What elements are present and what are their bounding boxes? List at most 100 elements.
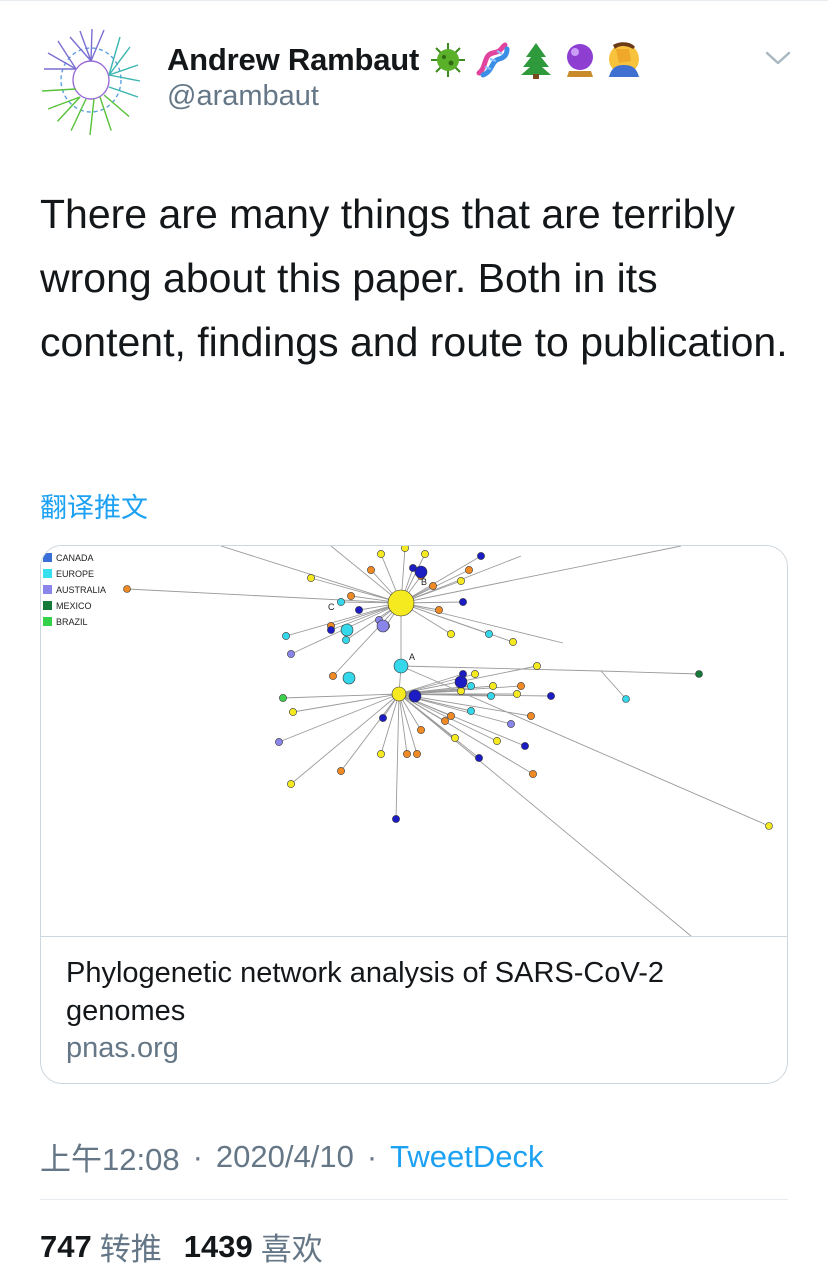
- name-emojis: [429, 41, 643, 79]
- avatar[interactable]: [40, 25, 142, 135]
- node-label-b: B: [421, 577, 427, 587]
- network-node: [327, 626, 335, 634]
- network-node: [622, 695, 630, 703]
- network-node: [342, 636, 350, 644]
- tweet-text: There are many things that are terribly …: [40, 191, 788, 365]
- legend-label: EUROPE: [56, 569, 94, 579]
- network-node: [447, 630, 455, 638]
- card-preview-image: CANADA EUROPE AUSTRALIA MEXICO BRAZIL A B C: [41, 546, 787, 936]
- network-node: [401, 546, 409, 552]
- meta-separator: ·: [366, 1138, 378, 1174]
- legend-label: MEXICO: [56, 601, 92, 611]
- legend-label: CANADA: [56, 553, 94, 563]
- network-node: [337, 767, 345, 775]
- like-label[interactable]: 喜欢: [261, 1224, 323, 1269]
- tweet-time: 上午12:08: [40, 1142, 180, 1177]
- network-node: [489, 682, 497, 690]
- network-node: [367, 566, 375, 574]
- network-node: [340, 623, 354, 637]
- tweet-stats: 747 转推 1439 喜欢: [40, 1224, 345, 1269]
- network-node: [377, 750, 385, 758]
- card-title[interactable]: Phylogenetic network analysis of SARS-Co…: [66, 954, 766, 1030]
- network-edge: [398, 693, 408, 755]
- network-node: [421, 550, 429, 558]
- legend-swatch: [43, 569, 52, 578]
- virus-emoji-icon: [431, 43, 466, 77]
- author-handle[interactable]: @arambaut: [167, 80, 319, 113]
- legend-swatch: [43, 553, 52, 562]
- network-node: [413, 750, 421, 758]
- legend-label: AUSTRALIA: [56, 585, 106, 595]
- network-node: [417, 726, 425, 734]
- network-node: [329, 672, 337, 680]
- network-edge: [400, 602, 514, 643]
- network-edge: [395, 693, 400, 820]
- network-node: [457, 687, 465, 695]
- crystal-ball-emoji-icon: [567, 44, 594, 77]
- network-node: [337, 598, 345, 606]
- network-edge: [398, 693, 452, 717]
- retweet-label[interactable]: 转推: [100, 1224, 162, 1269]
- tweet-source-link[interactable]: TweetDeck: [390, 1139, 543, 1175]
- network-node: [391, 686, 407, 702]
- network-edge: [398, 693, 692, 936]
- display-name[interactable]: Andrew Rambaut: [167, 42, 419, 78]
- network-node: [403, 750, 411, 758]
- network-node: [355, 606, 363, 614]
- network-node: [377, 550, 385, 558]
- network-node: [459, 598, 467, 606]
- tweet-date[interactable]: 2020/4/10: [216, 1139, 354, 1175]
- network-node: [454, 675, 468, 689]
- network-node: [392, 815, 400, 823]
- network-node: [393, 658, 409, 674]
- network-node: [509, 638, 517, 646]
- network-node: [521, 742, 529, 750]
- network-node: [695, 670, 703, 678]
- network-node: [467, 682, 475, 690]
- network-edge: [600, 670, 627, 700]
- author-name-row[interactable]: Andrew Rambaut: [167, 38, 643, 82]
- card-divider: [41, 936, 787, 937]
- network-node: [289, 708, 297, 716]
- network-edge: [400, 602, 564, 644]
- meta-separator: ·: [192, 1138, 203, 1174]
- retweet-count[interactable]: 747: [40, 1229, 92, 1265]
- network-node: [408, 689, 422, 703]
- card-domain: pnas.org: [66, 1032, 179, 1064]
- link-card[interactable]: CANADA EUROPE AUSTRALIA MEXICO BRAZIL A B C …: [40, 545, 788, 1084]
- network-node: [485, 630, 493, 638]
- network-node: [441, 717, 449, 725]
- translate-tweet-link[interactable]: 翻译推文: [40, 486, 148, 525]
- network-node: [513, 690, 521, 698]
- network-node: [467, 707, 475, 715]
- facepalm-emoji-icon: [609, 42, 640, 77]
- network-node: [465, 566, 473, 574]
- network-edge: [600, 670, 700, 675]
- network-node: [765, 822, 773, 830]
- network-node: [493, 737, 501, 745]
- chevron-down-icon[interactable]: [764, 48, 792, 68]
- network-node: [287, 650, 295, 658]
- network-node: [475, 754, 483, 762]
- network-node: [477, 552, 485, 560]
- like-count[interactable]: 1439: [184, 1229, 253, 1265]
- tweet-metadata: 上午12:08 · 2020/4/10 · TweetDeck: [40, 1134, 544, 1179]
- network-node: [471, 670, 479, 678]
- network-node: [487, 692, 495, 700]
- network-node: [517, 682, 525, 690]
- node-label-a: A: [409, 652, 415, 662]
- network-edge: [400, 546, 682, 604]
- network-node: [287, 780, 295, 788]
- network-edge: [290, 693, 400, 785]
- network-node: [435, 606, 443, 614]
- network-node: [123, 585, 131, 593]
- stats-divider: [40, 1199, 788, 1200]
- network-edge: [126, 588, 402, 604]
- network-node: [347, 592, 355, 600]
- network-node: [547, 692, 555, 700]
- network-node: [282, 632, 290, 640]
- network-edge: [380, 693, 400, 755]
- network-node: [451, 734, 459, 742]
- legend-label: BRAZIL: [56, 617, 88, 627]
- legend-swatch: [43, 601, 52, 610]
